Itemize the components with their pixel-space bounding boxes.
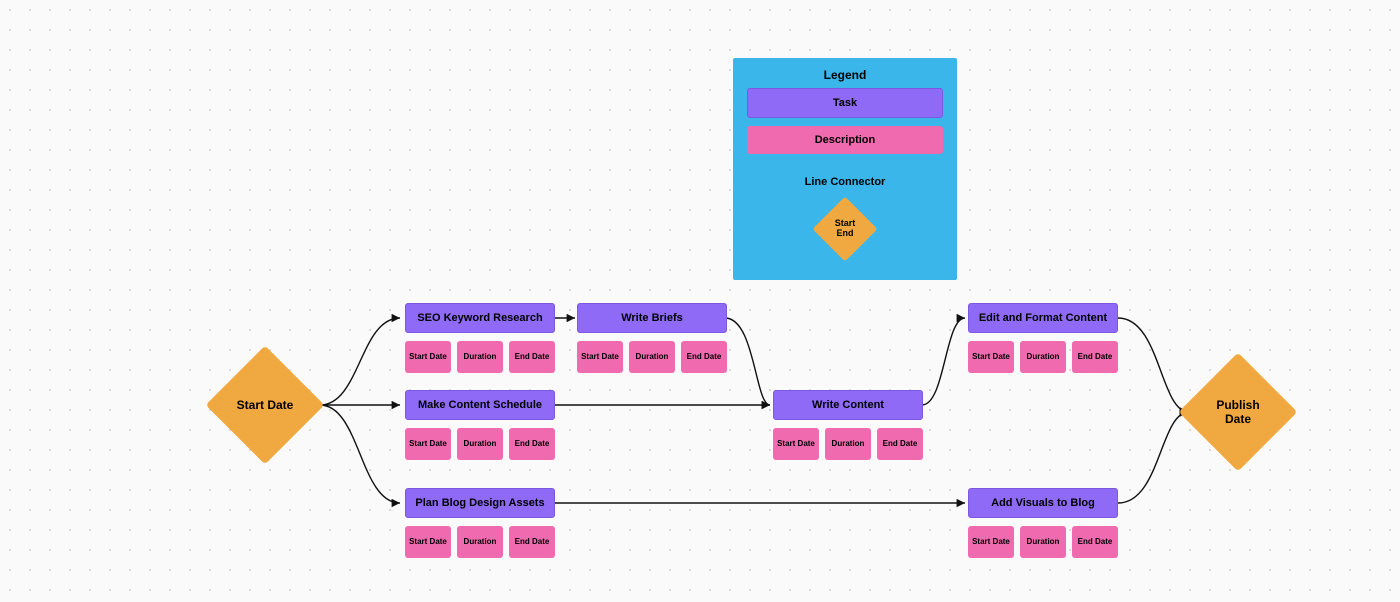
legend-title: Legend bbox=[747, 68, 943, 82]
task-edit[interactable]: Edit and Format Content Start Date Durat… bbox=[968, 303, 1118, 373]
task-title: Edit and Format Content bbox=[968, 303, 1118, 333]
legend-desc-swatch: Description bbox=[747, 126, 943, 154]
task-seo[interactable]: SEO Keyword Research Start Date Duration… bbox=[405, 303, 555, 373]
chip-start: Start Date bbox=[968, 341, 1014, 373]
chip-duration: Duration bbox=[629, 341, 675, 373]
legend-panel[interactable]: Legend Task Description Line Connector S… bbox=[733, 58, 957, 280]
task-chips: Start Date Duration End Date bbox=[405, 341, 555, 373]
start-node[interactable]: Start Date bbox=[205, 345, 325, 465]
legend-connector-label: Line Connector bbox=[747, 176, 943, 188]
start-label: Start Date bbox=[237, 398, 294, 412]
task-title: Write Briefs bbox=[577, 303, 727, 333]
task-chips: Start Date Duration End Date bbox=[773, 428, 923, 460]
task-title: Add Visuals to Blog bbox=[968, 488, 1118, 518]
task-visuals[interactable]: Add Visuals to Blog Start Date Duration … bbox=[968, 488, 1118, 558]
chip-start: Start Date bbox=[405, 526, 451, 558]
task-title: Write Content bbox=[773, 390, 923, 420]
task-chips: Start Date Duration End Date bbox=[405, 526, 555, 558]
diagram-canvas[interactable]: Start Date Publish Date SEO Keyword Rese… bbox=[0, 0, 1400, 602]
chip-duration: Duration bbox=[457, 341, 503, 373]
task-title: Make Content Schedule bbox=[405, 390, 555, 420]
task-chips: Start Date Duration End Date bbox=[968, 526, 1118, 558]
chip-duration: Duration bbox=[825, 428, 871, 460]
chip-end: End Date bbox=[877, 428, 923, 460]
legend-connector-row: Line Connector bbox=[747, 162, 943, 188]
chip-end: End Date bbox=[509, 341, 555, 373]
chip-end: End Date bbox=[1072, 341, 1118, 373]
chip-start: Start Date bbox=[405, 428, 451, 460]
chip-start: Start Date bbox=[577, 341, 623, 373]
chip-end: End Date bbox=[509, 526, 555, 558]
dot-grid bbox=[0, 0, 1400, 602]
legend-task-swatch: Task bbox=[747, 88, 943, 118]
task-chips: Start Date Duration End Date bbox=[405, 428, 555, 460]
chip-start: Start Date bbox=[405, 341, 451, 373]
task-title: SEO Keyword Research bbox=[405, 303, 555, 333]
chip-start: Start Date bbox=[968, 526, 1014, 558]
legend-diamond: Start End bbox=[747, 194, 943, 264]
chip-duration: Duration bbox=[1020, 526, 1066, 558]
chip-duration: Duration bbox=[1020, 341, 1066, 373]
task-schedule[interactable]: Make Content Schedule Start Date Duratio… bbox=[405, 390, 555, 460]
task-chips: Start Date Duration End Date bbox=[968, 341, 1118, 373]
chip-end: End Date bbox=[1072, 526, 1118, 558]
task-title: Plan Blog Design Assets bbox=[405, 488, 555, 518]
chip-end: End Date bbox=[681, 341, 727, 373]
task-chips: Start Date Duration End Date bbox=[577, 341, 727, 373]
chip-end: End Date bbox=[509, 428, 555, 460]
chip-start: Start Date bbox=[773, 428, 819, 460]
legend-diamond-label: Start End bbox=[835, 219, 856, 239]
task-briefs[interactable]: Write Briefs Start Date Duration End Dat… bbox=[577, 303, 727, 373]
chip-duration: Duration bbox=[457, 526, 503, 558]
end-label: Publish Date bbox=[1216, 398, 1259, 426]
end-node[interactable]: Publish Date bbox=[1178, 352, 1298, 472]
task-plan[interactable]: Plan Blog Design Assets Start Date Durat… bbox=[405, 488, 555, 558]
task-write[interactable]: Write Content Start Date Duration End Da… bbox=[773, 390, 923, 460]
chip-duration: Duration bbox=[457, 428, 503, 460]
